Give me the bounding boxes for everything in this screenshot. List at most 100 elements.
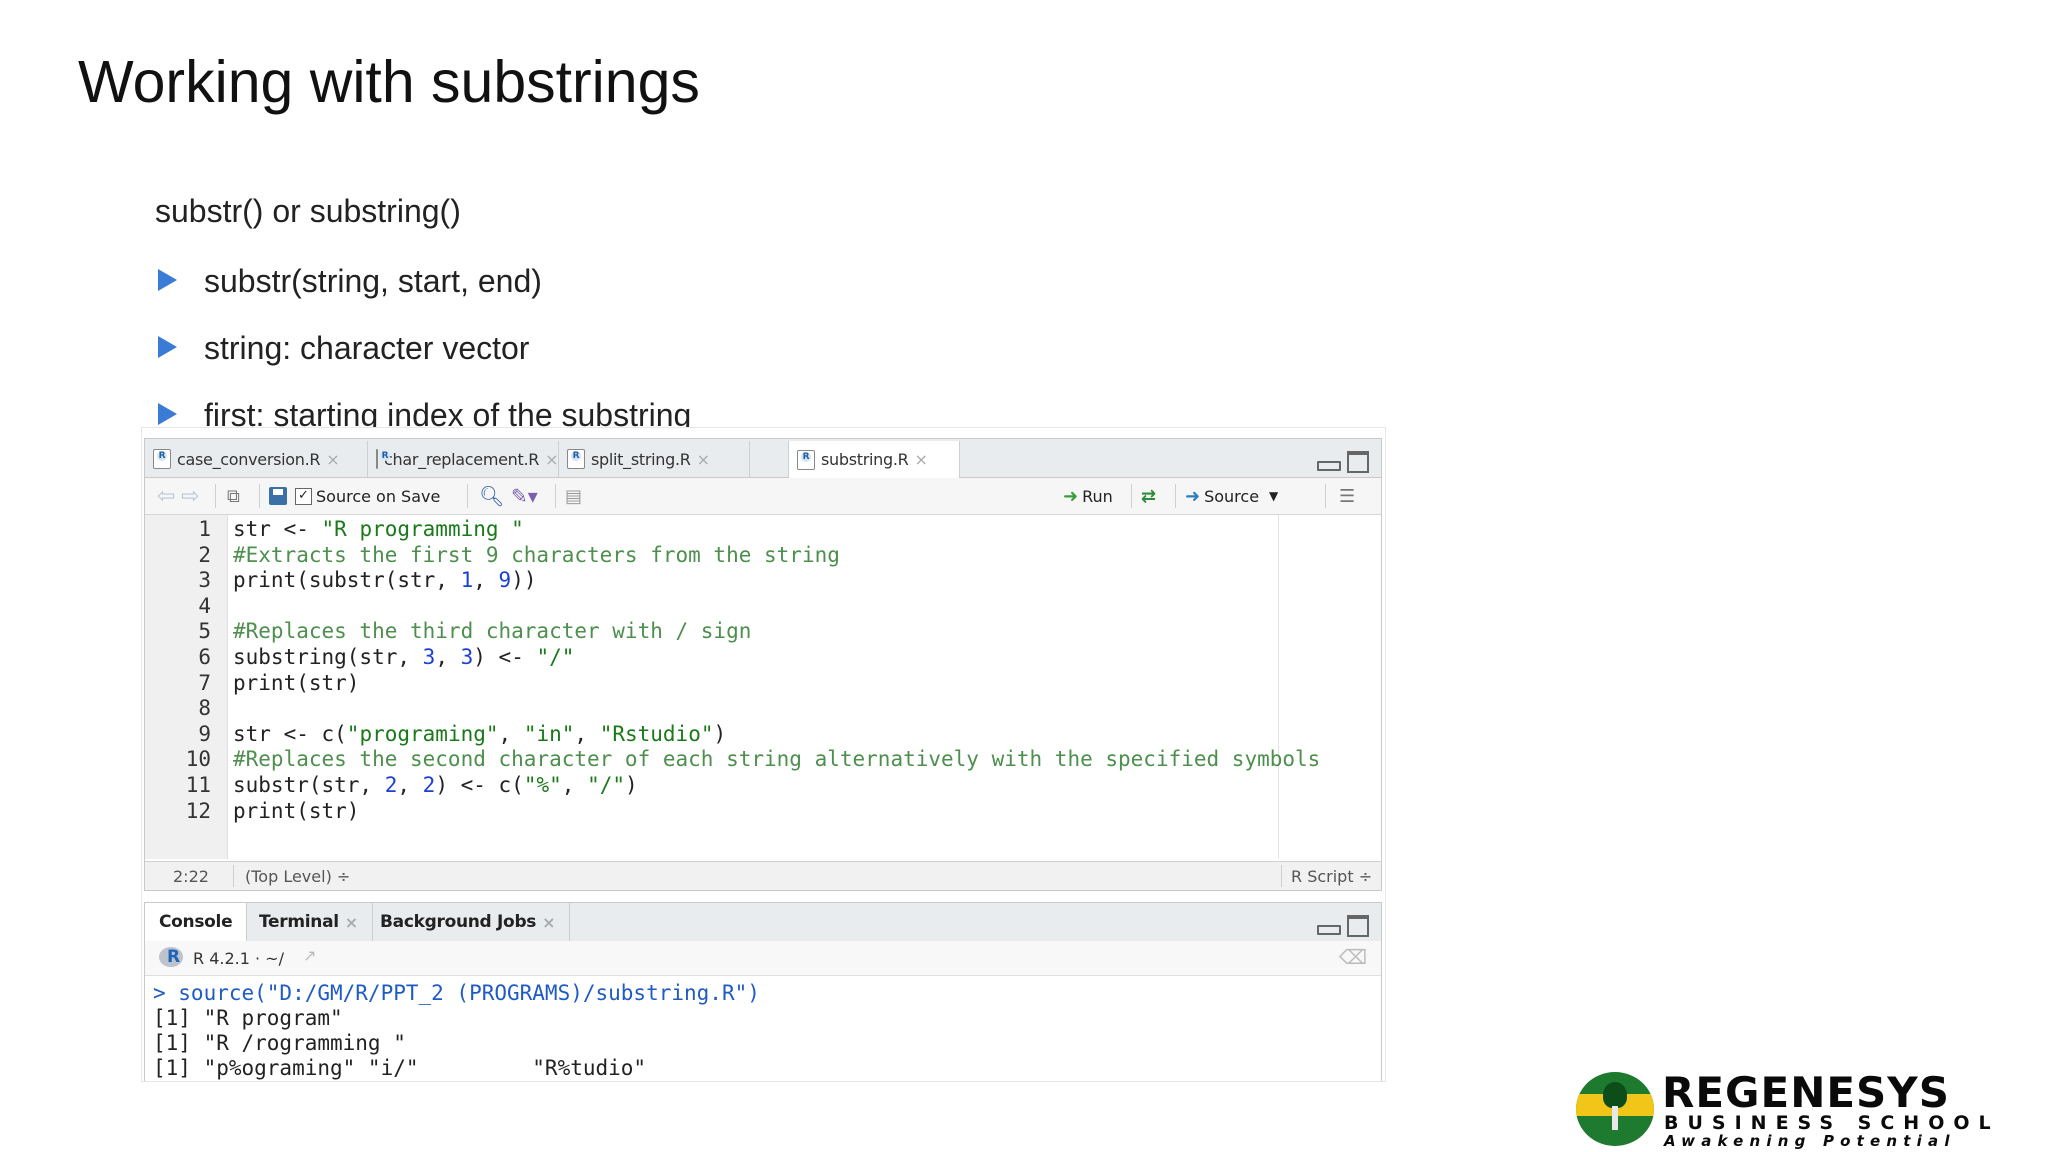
console-line: [1] "R program" [153, 1006, 343, 1030]
console-output[interactable]: > source("D:/GM/R/PPT_2 (PROGRAMS)/subst… [153, 981, 760, 1081]
code-token: , [435, 645, 461, 669]
share-arrow-icon[interactable]: ↗ [303, 946, 316, 965]
code-token: str <- [233, 517, 322, 541]
tab-label: char_replacement.R [384, 449, 540, 469]
source-on-save-checkbox[interactable]: ✓ Source on Save [295, 482, 440, 510]
code-token: 2 [384, 773, 398, 797]
code-token: #Extracts the first 9 characters from th… [233, 542, 840, 567]
tab-label: Console [159, 912, 233, 932]
code-token: 1 [460, 568, 474, 593]
close-icon[interactable]: × [345, 913, 358, 932]
code-line: print(str) [233, 671, 359, 695]
close-icon[interactable]: × [914, 450, 927, 469]
close-icon[interactable]: × [542, 913, 555, 932]
tab-substring[interactable]: substring.R × [788, 441, 960, 478]
editor-toolbar: ⇦ ⇨ ⧉ ✓ Source on Save 🔍︎ ✎▾ ▤ ➜ Run ⇄ ➜… [145, 478, 1381, 515]
line-number: 6 [198, 645, 211, 669]
maximize-icon[interactable] [1347, 451, 1369, 473]
code-token: print(str) [233, 798, 360, 823]
show-in-window-icon[interactable]: ⧉ [227, 482, 240, 510]
search-icon[interactable]: 🔍︎ [479, 482, 504, 510]
code-token: "%" [523, 773, 562, 797]
run-button[interactable]: ➜ Run [1063, 482, 1113, 510]
code-line: str <- c("programing", "in", "Rstudio") [233, 722, 726, 746]
rerun-icon[interactable]: ⇄ [1141, 482, 1156, 510]
code-token: 9 [498, 568, 512, 593]
slide-title: Working with substrings [78, 49, 700, 115]
line-number: 10 [185, 747, 211, 772]
save-icon[interactable] [269, 482, 287, 510]
rstudio-screenshot: case_conversion.R × char_replacement.R ×… [141, 427, 1386, 1082]
code-token: 3 [422, 645, 436, 669]
cursor-position: 2:22 [173, 867, 209, 886]
console-tab-bar: Console Terminal × Background Jobs × [145, 903, 1381, 942]
tab-terminal[interactable]: Terminal × [245, 903, 373, 941]
code-line: print(str) [233, 799, 359, 823]
code-line: #Replaces the third character with / sig… [233, 619, 751, 643]
r-version-path[interactable]: R 4.2.1 · ~/ [193, 949, 284, 968]
close-icon[interactable]: × [545, 450, 558, 469]
bullet-list: substr(string, start, end) string: chara… [158, 258, 691, 428]
checkbox-icon: ✓ [295, 487, 312, 505]
line-number: 12 [185, 798, 211, 823]
code-line: substr(str, 2, 2) <- c("%", "/") [233, 773, 638, 797]
code-token: )) [511, 568, 537, 593]
close-icon[interactable]: × [697, 450, 710, 469]
maximize-icon[interactable] [1347, 915, 1369, 937]
line-number-gutter: 1 2 3 4 5 6 7 8 9 10 11 12 [145, 515, 228, 859]
code-token: "programing" [346, 721, 499, 746]
clear-console-broom-icon[interactable]: ⌫ [1339, 945, 1367, 969]
scope-selector[interactable]: (Top Level) ÷ [245, 867, 350, 886]
console-line: [1] "R /rogramming " [153, 1031, 406, 1055]
code-token: print(str) [233, 670, 360, 695]
tab-console[interactable]: Console [145, 903, 248, 941]
code-line: print(substr(str, 1, 9)) [233, 568, 536, 592]
tab-background-jobs[interactable]: Background Jobs × [366, 903, 571, 941]
code-token: "in" [523, 721, 575, 746]
logo-name: REGENESYS [1662, 1068, 1950, 1117]
bullet-arrow-icon [158, 403, 177, 425]
bullet-item: first: starting index of the substring [158, 392, 691, 428]
tab-case-conversion[interactable]: case_conversion.R × [145, 441, 368, 477]
source-on-save-label: Source on Save [316, 486, 441, 506]
code-editor[interactable]: 1 2 3 4 5 6 7 8 9 10 11 12 str <- "R programming " #… [145, 515, 1381, 859]
minimize-icon[interactable] [1317, 925, 1341, 935]
bullet-item: substr(string, start, end) [158, 258, 691, 325]
forward-icon[interactable]: ⇨ [181, 482, 199, 510]
r-logo-icon: R [159, 947, 183, 967]
compile-report-icon[interactable]: ▤ [565, 482, 582, 510]
tab-label: case_conversion.R [177, 449, 321, 469]
file-type-selector[interactable]: R Script ÷ [1291, 867, 1372, 886]
code-token: "/" [587, 773, 626, 797]
code-token: , [397, 773, 423, 797]
back-icon[interactable]: ⇦ [157, 482, 175, 510]
line-number: 5 [198, 619, 211, 644]
r-file-icon [567, 449, 585, 469]
code-token: "R programming " [321, 517, 524, 541]
code-token: , [498, 721, 524, 746]
minimize-icon[interactable] [1317, 461, 1341, 471]
run-arrow-icon: ➜ [1063, 485, 1079, 507]
tab-char-replacement[interactable]: char_replacement.R × [368, 441, 559, 477]
document-outline-icon[interactable]: ☰ [1339, 482, 1355, 510]
pane-window-controls [1317, 451, 1369, 473]
code-token: "Rstudio" [599, 721, 714, 746]
tab-split-string[interactable]: split_string.R × [559, 441, 750, 477]
code-line: #Replaces the second character of each s… [233, 747, 1320, 771]
code-token: ) [625, 773, 638, 797]
source-button[interactable]: ➜ Source ▼ [1185, 482, 1278, 510]
close-icon[interactable]: × [326, 450, 339, 469]
editor-status-bar: 2:22 (Top Level) ÷ R Script ÷ [145, 861, 1381, 890]
line-number: 7 [198, 670, 211, 695]
r-file-icon [153, 449, 171, 469]
console-path-bar: R R 4.2.1 · ~/ ↗ ⌫ [145, 941, 1381, 976]
tab-label: split_string.R [591, 449, 691, 469]
code-token: substr(str, [233, 773, 385, 797]
code-token: print(substr(str, [233, 568, 461, 593]
code-line: str <- "R programming " [233, 517, 524, 541]
chevron-down-icon[interactable]: ▼ [1269, 489, 1278, 503]
toolbar-divider [215, 484, 216, 508]
tab-label: Background Jobs [380, 912, 537, 932]
code-tools-wand-icon[interactable]: ✎▾ [511, 482, 538, 510]
margin-guide [1278, 515, 1279, 859]
